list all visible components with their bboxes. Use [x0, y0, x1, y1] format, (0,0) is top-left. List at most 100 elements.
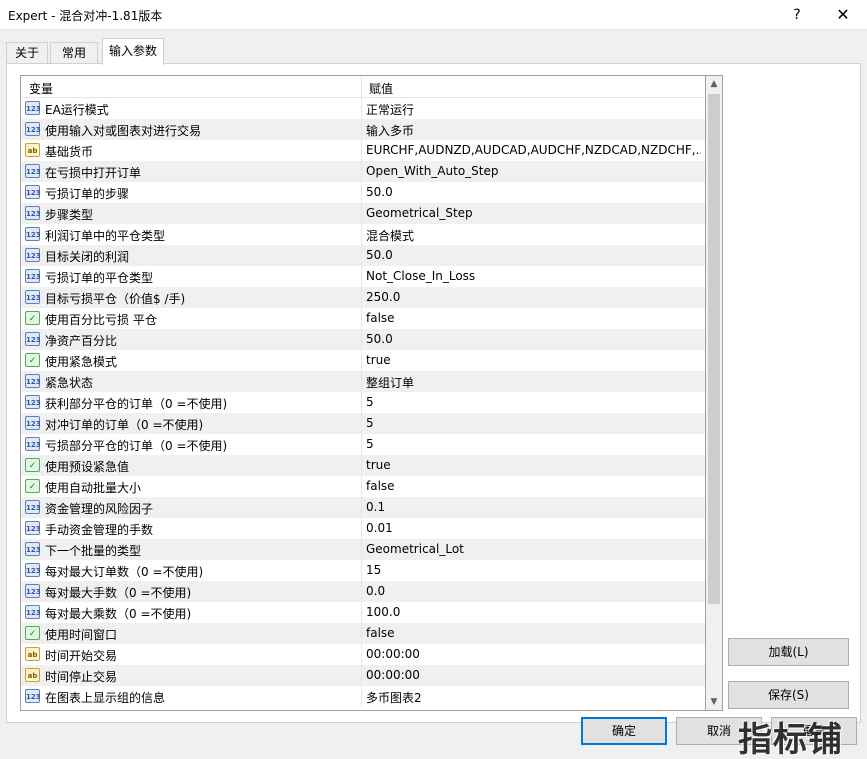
param-value[interactable]: 输入多币: [366, 122, 701, 139]
numeric-param-icon: 123: [25, 395, 41, 409]
scroll-down-arrow-icon[interactable]: ▼: [706, 694, 722, 710]
table-row[interactable]: 123 对冲订单的订单（0 =不使用) 5: [21, 413, 705, 434]
numeric-param-icon: 123: [25, 563, 41, 577]
param-value[interactable]: true: [366, 353, 701, 367]
param-value[interactable]: 0.0: [366, 584, 701, 598]
param-name: 目标关闭的利润: [45, 250, 130, 264]
grid-rows: 123 EA运行模式 正常运行 123 使用输入对或图表对进行交易 输入多币 ab 基础货币 E…: [21, 98, 705, 707]
close-button[interactable]: ✕: [820, 0, 866, 30]
table-row[interactable]: 123 亏损订单的平仓类型 Not_Close_In_Loss: [21, 266, 705, 287]
numeric-param-icon: 123: [25, 689, 41, 703]
scroll-up-arrow-icon[interactable]: ▲: [706, 76, 722, 92]
param-value[interactable]: 15: [366, 563, 701, 577]
param-name: 下一个批量的类型: [45, 544, 142, 558]
param-value[interactable]: 0.01: [366, 521, 701, 535]
param-value[interactable]: 00:00:00: [366, 647, 701, 661]
ok-button[interactable]: 确定: [581, 717, 667, 745]
table-row[interactable]: 123 紧急状态 整组订单: [21, 371, 705, 392]
table-row[interactable]: ✓ 使用紧急模式 true: [21, 350, 705, 371]
param-value[interactable]: 多币图表2: [366, 689, 701, 706]
grid-header: 变量 赋值: [21, 76, 705, 98]
param-value[interactable]: 250.0: [366, 290, 701, 304]
param-value[interactable]: Geometrical_Step: [366, 206, 701, 220]
numeric-param-icon: 123: [25, 101, 41, 115]
param-name: 亏损部分平仓的订单（0 =不使用): [45, 439, 228, 453]
table-row[interactable]: 123 下一个批量的类型 Geometrical_Lot: [21, 539, 705, 560]
param-value[interactable]: 50.0: [366, 248, 701, 262]
vertical-scrollbar[interactable]: ▲ ▼: [706, 75, 723, 711]
numeric-param-icon: 123: [25, 227, 41, 241]
tab-about[interactable]: 关于: [6, 42, 48, 64]
param-name: 使用百分比亏损 平仓: [45, 313, 157, 327]
save-button[interactable]: 保存(S): [728, 681, 849, 709]
boolean-param-icon: ✓: [25, 626, 40, 640]
param-name: 紧急状态: [45, 376, 94, 390]
column-header-value[interactable]: 赋值: [369, 80, 393, 97]
table-row[interactable]: 123 目标关闭的利润 50.0: [21, 245, 705, 266]
table-row[interactable]: ✓ 使用自动批量大小 false: [21, 476, 705, 497]
param-name: 使用时间窗口: [45, 628, 118, 642]
table-row[interactable]: ✓ 使用预设紧急值 true: [21, 455, 705, 476]
numeric-param-icon: 123: [25, 248, 41, 262]
numeric-param-icon: 123: [25, 164, 41, 178]
table-row[interactable]: 123 亏损订单的步骤 50.0: [21, 182, 705, 203]
table-row[interactable]: 123 使用输入对或图表对进行交易 输入多币: [21, 119, 705, 140]
table-row[interactable]: 123 每对最大乘数（0 =不使用) 100.0: [21, 602, 705, 623]
table-row[interactable]: 123 利润订单中的平仓类型 混合模式: [21, 224, 705, 245]
table-row[interactable]: 123 获利部分平仓的订单（0 =不使用) 5: [21, 392, 705, 413]
table-row[interactable]: 123 净资产百分比 50.0: [21, 329, 705, 350]
param-name: 手动资金管理的手数: [45, 523, 154, 537]
param-value[interactable]: 混合模式: [366, 227, 701, 244]
param-value[interactable]: false: [366, 311, 701, 325]
param-value[interactable]: 5: [366, 437, 701, 451]
table-row[interactable]: 123 每对最大手数（0 =不使用) 0.0: [21, 581, 705, 602]
param-name: 每对最大订单数（0 =不使用): [45, 565, 204, 579]
table-row[interactable]: 123 亏损部分平仓的订单（0 =不使用) 5: [21, 434, 705, 455]
param-name: 亏损订单的步骤: [45, 187, 130, 201]
table-row[interactable]: 123 手动资金管理的手数 0.01: [21, 518, 705, 539]
param-value[interactable]: EURCHF,AUDNZD,AUDCAD,AUDCHF,NZDCAD,NZDCH…: [366, 143, 701, 157]
param-value[interactable]: 50.0: [366, 185, 701, 199]
param-value[interactable]: Not_Close_In_Loss: [366, 269, 701, 283]
string-param-icon: ab: [25, 143, 40, 157]
table-row[interactable]: 123 EA运行模式 正常运行: [21, 98, 705, 119]
param-value[interactable]: 5: [366, 416, 701, 430]
numeric-param-icon: 123: [25, 437, 41, 451]
param-value[interactable]: Geometrical_Lot: [366, 542, 701, 556]
table-row[interactable]: ab 基础货币 EURCHF,AUDNZD,AUDCAD,AUDCHF,NZDCAD…: [21, 140, 705, 161]
numeric-param-icon: 123: [25, 332, 41, 346]
param-value[interactable]: 100.0: [366, 605, 701, 619]
param-value[interactable]: 0.1: [366, 500, 701, 514]
table-row[interactable]: 123 在图表上显示组的信息 多币图表2: [21, 686, 705, 707]
table-row[interactable]: 123 每对最大订单数（0 =不使用) 15: [21, 560, 705, 581]
table-row[interactable]: ✓ 使用百分比亏损 平仓 false: [21, 308, 705, 329]
tab-common[interactable]: 常用: [50, 42, 98, 64]
param-value[interactable]: Open_With_Auto_Step: [366, 164, 701, 178]
param-value[interactable]: 整组订单: [366, 374, 701, 391]
load-button[interactable]: 加载(L): [728, 638, 849, 666]
param-value[interactable]: 5: [366, 395, 701, 409]
table-row[interactable]: 123 目标亏损平仓（价值$ /手) 250.0: [21, 287, 705, 308]
numeric-param-icon: 123: [25, 584, 41, 598]
numeric-param-icon: 123: [25, 269, 41, 283]
table-row[interactable]: ab 时间停止交易 00:00:00: [21, 665, 705, 686]
param-value[interactable]: false: [366, 626, 701, 640]
table-row[interactable]: 123 在亏损中打开订单 Open_With_Auto_Step: [21, 161, 705, 182]
table-row[interactable]: ab 时间开始交易 00:00:00: [21, 644, 705, 665]
column-header-variable[interactable]: 变量: [29, 80, 53, 97]
table-row[interactable]: 123 资金管理的风险因子 0.1: [21, 497, 705, 518]
help-button[interactable]: ?: [774, 0, 820, 30]
param-value[interactable]: 00:00:00: [366, 668, 701, 682]
scroll-thumb[interactable]: [708, 94, 720, 604]
param-name: 使用自动批量大小: [45, 481, 142, 495]
param-value[interactable]: true: [366, 458, 701, 472]
param-value[interactable]: 50.0: [366, 332, 701, 346]
param-name: 资金管理的风险因子: [45, 502, 154, 516]
param-name: 利润订单中的平仓类型: [45, 229, 166, 243]
param-value[interactable]: false: [366, 479, 701, 493]
tab-inputs[interactable]: 输入参数: [102, 38, 164, 65]
param-name: EA运行模式: [45, 103, 109, 117]
param-value[interactable]: 正常运行: [366, 101, 701, 118]
table-row[interactable]: 123 步骤类型 Geometrical_Step: [21, 203, 705, 224]
table-row[interactable]: ✓ 使用时间窗口 false: [21, 623, 705, 644]
